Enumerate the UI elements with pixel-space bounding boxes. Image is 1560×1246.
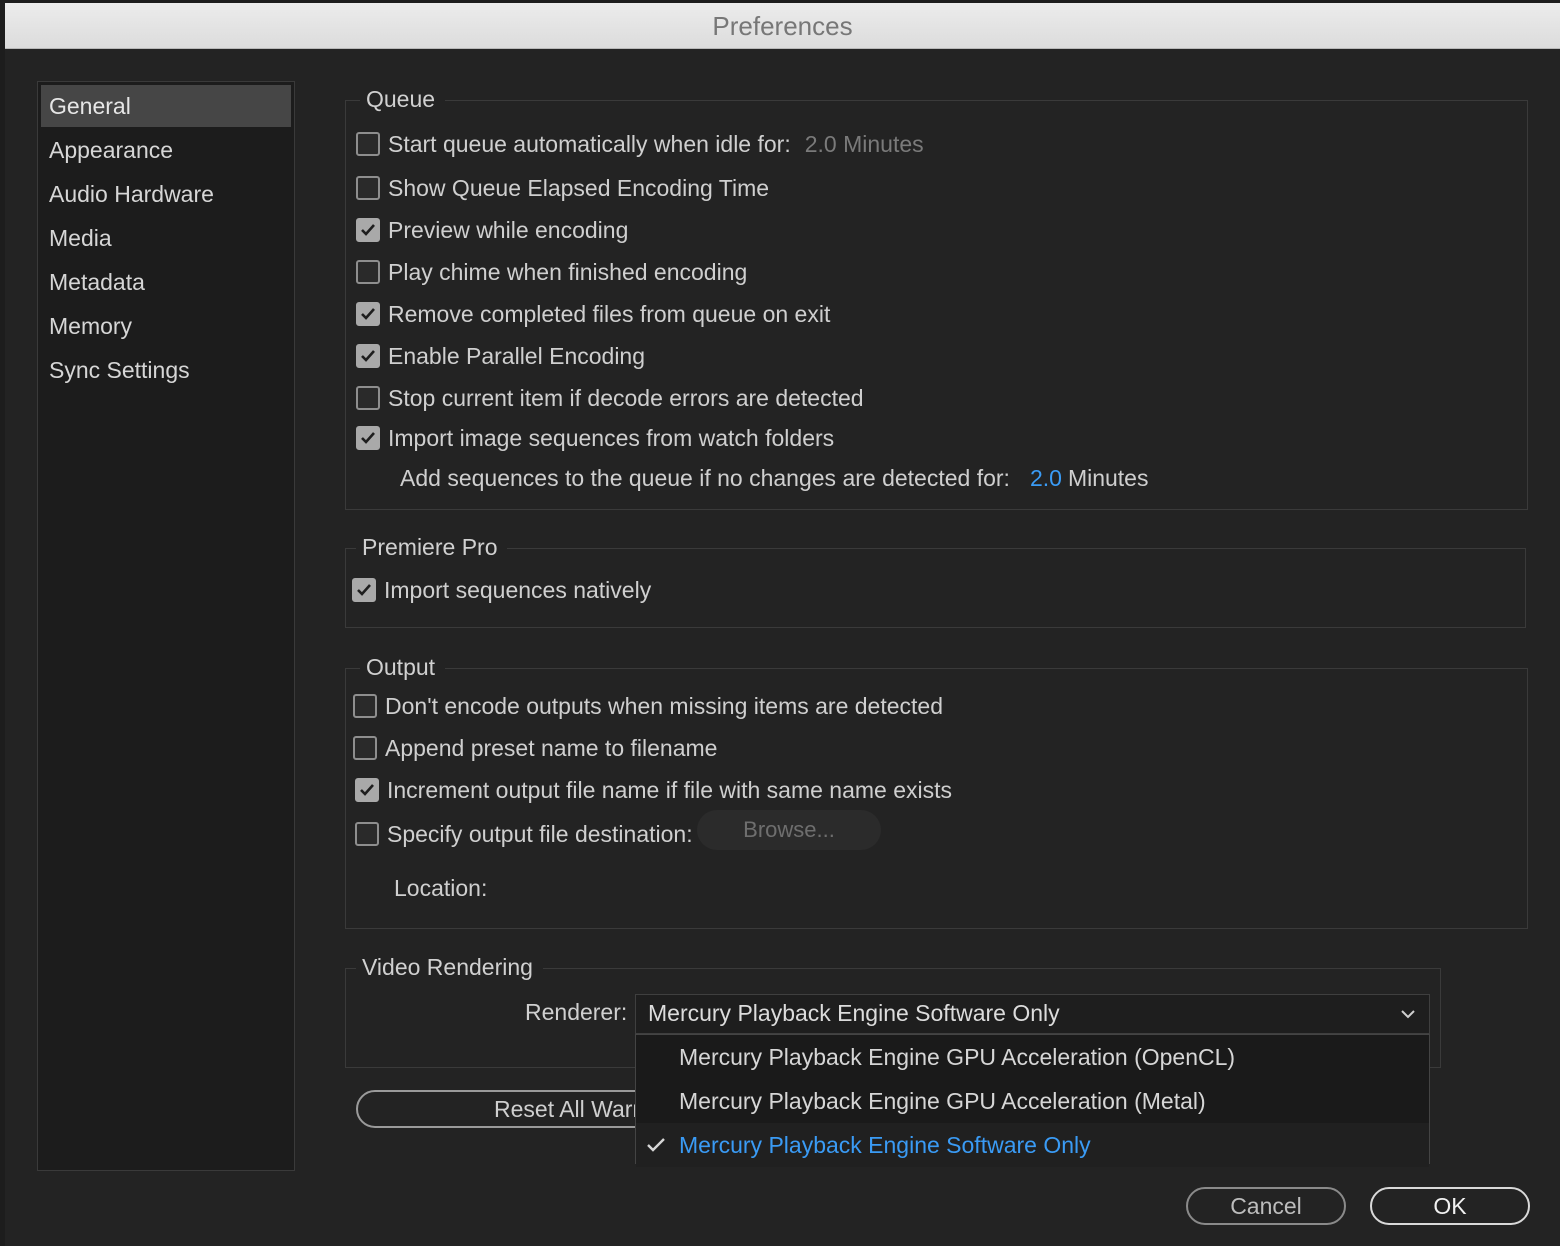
append-preset-checkbox[interactable] bbox=[353, 736, 377, 760]
renderer-label: Renderer: bbox=[525, 999, 628, 1025]
show-elapsed-row[interactable]: Show Queue Elapsed Encoding Time bbox=[356, 172, 769, 204]
check-icon bbox=[361, 224, 375, 236]
specify-dest-label: Specify output file destination: bbox=[387, 820, 693, 847]
window-title: Preferences bbox=[712, 11, 853, 41]
output-group-title: Output bbox=[360, 651, 446, 683]
import-sequences-label: Import image sequences from watch folder… bbox=[388, 424, 835, 451]
renderer-option-opencl[interactable]: Mercury Playback Engine GPU Acceleration… bbox=[636, 1035, 1429, 1079]
renderer-selected-value: Mercury Playback Engine Software Only bbox=[648, 1000, 1060, 1026]
preview-checkbox[interactable] bbox=[356, 218, 380, 242]
sidebar-item-appearance[interactable]: Appearance bbox=[41, 129, 291, 171]
cancel-button[interactable]: Cancel bbox=[1186, 1187, 1346, 1225]
import-native-checkbox[interactable] bbox=[352, 578, 376, 602]
append-preset-row[interactable]: Append preset name to filename bbox=[353, 732, 717, 764]
ok-button[interactable]: OK bbox=[1370, 1187, 1530, 1225]
remove-completed-checkbox[interactable] bbox=[356, 302, 380, 326]
stop-on-errors-row[interactable]: Stop current item if decode errors are d… bbox=[356, 382, 864, 414]
check-icon bbox=[361, 432, 375, 444]
show-elapsed-label: Show Queue Elapsed Encoding Time bbox=[388, 174, 770, 201]
renderer-option-metal[interactable]: Mercury Playback Engine GPU Acceleration… bbox=[636, 1079, 1429, 1123]
specify-dest-row[interactable]: Specify output file destination: bbox=[355, 818, 693, 850]
queue-group-title: Queue bbox=[360, 83, 446, 115]
check-icon bbox=[361, 350, 375, 362]
sidebar-item-general[interactable]: General bbox=[41, 85, 291, 127]
sidebar-item-memory[interactable]: Memory bbox=[41, 305, 291, 347]
start-auto-checkbox[interactable] bbox=[356, 132, 380, 156]
renderer-select[interactable]: Mercury Playback Engine Software Only bbox=[635, 994, 1430, 1034]
sidebar-item-media[interactable]: Media bbox=[41, 217, 291, 259]
start-auto-row[interactable]: Start queue automatically when idle for:… bbox=[356, 128, 924, 160]
add-sequences-row: Add sequences to the queue if no changes… bbox=[400, 462, 1148, 494]
import-native-row[interactable]: Import sequences natively bbox=[352, 574, 651, 606]
sidebar-item-sync-settings[interactable]: Sync Settings bbox=[41, 349, 291, 391]
chevron-down-icon bbox=[1401, 1010, 1415, 1019]
dont-encode-row[interactable]: Don't encode outputs when missing items … bbox=[353, 690, 943, 722]
sidebar-item-metadata[interactable]: Metadata bbox=[41, 261, 291, 303]
parallel-row[interactable]: Enable Parallel Encoding bbox=[356, 340, 645, 372]
stop-on-errors-label: Stop current item if decode errors are d… bbox=[388, 384, 864, 411]
renderer-option-software-only[interactable]: Mercury Playback Engine Software Only bbox=[636, 1123, 1429, 1167]
parallel-label: Enable Parallel Encoding bbox=[388, 342, 646, 369]
show-elapsed-checkbox[interactable] bbox=[356, 176, 380, 200]
append-preset-label: Append preset name to filename bbox=[385, 734, 718, 761]
import-sequences-row[interactable]: Import image sequences from watch folder… bbox=[356, 422, 834, 454]
add-sequences-label: Add sequences to the queue if no changes… bbox=[400, 464, 1010, 491]
video-rendering-group-title: Video Rendering bbox=[356, 951, 543, 983]
renderer-dropdown-menu: Mercury Playback Engine GPU Acceleration… bbox=[635, 1034, 1430, 1167]
location-label: Location: bbox=[394, 875, 488, 901]
preview-row[interactable]: Preview while encoding bbox=[356, 214, 628, 246]
stop-on-errors-checkbox[interactable] bbox=[356, 386, 380, 410]
increment-row[interactable]: Increment output file name if file with … bbox=[355, 774, 952, 806]
start-auto-label: Start queue automatically when idle for: bbox=[388, 130, 791, 157]
parallel-checkbox[interactable] bbox=[356, 344, 380, 368]
renderer-option-software-only-label: Mercury Playback Engine Software Only bbox=[679, 1132, 1091, 1158]
increment-checkbox[interactable] bbox=[355, 778, 379, 802]
import-native-label: Import sequences natively bbox=[384, 576, 652, 603]
specify-dest-checkbox[interactable] bbox=[355, 822, 379, 846]
sidebar: General Appearance Audio Hardware Media … bbox=[37, 81, 295, 1171]
add-sequences-unit: Minutes bbox=[1067, 464, 1149, 491]
increment-label: Increment output file name if file with … bbox=[387, 776, 953, 803]
check-icon bbox=[357, 584, 371, 596]
chime-label: Play chime when finished encoding bbox=[388, 258, 748, 285]
check-icon bbox=[647, 1138, 665, 1152]
import-sequences-checkbox[interactable] bbox=[356, 426, 380, 450]
check-icon bbox=[360, 784, 374, 796]
dont-encode-label: Don't encode outputs when missing items … bbox=[385, 692, 943, 719]
sidebar-item-audio-hardware[interactable]: Audio Hardware bbox=[41, 173, 291, 215]
remove-completed-label: Remove completed files from queue on exi… bbox=[388, 300, 831, 327]
start-auto-value[interactable]: 2.0 Minutes bbox=[805, 131, 924, 158]
preferences-window: Preferences General Appearance Audio Har… bbox=[5, 3, 1560, 1246]
chime-checkbox[interactable] bbox=[356, 260, 380, 284]
title-bar: Preferences bbox=[5, 3, 1560, 49]
remove-completed-row[interactable]: Remove completed files from queue on exi… bbox=[356, 298, 830, 330]
preview-label: Preview while encoding bbox=[388, 216, 629, 243]
add-sequences-value[interactable]: 2.0 bbox=[1030, 465, 1062, 492]
browse-button[interactable]: Browse... bbox=[697, 810, 881, 850]
premiere-group-title: Premiere Pro bbox=[356, 531, 508, 563]
chime-row[interactable]: Play chime when finished encoding bbox=[356, 256, 747, 288]
check-icon bbox=[361, 308, 375, 320]
dont-encode-checkbox[interactable] bbox=[353, 694, 377, 718]
